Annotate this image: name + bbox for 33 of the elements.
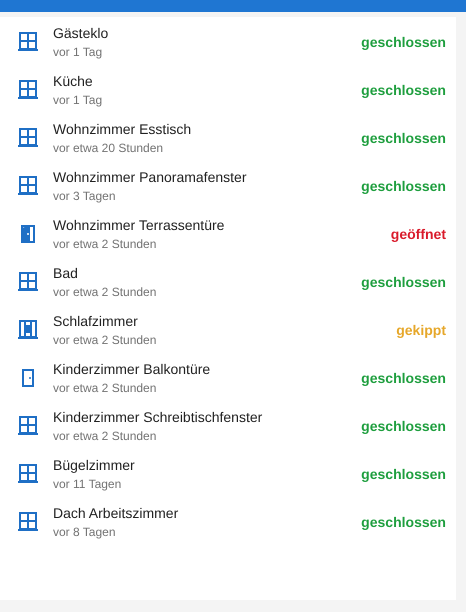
status-text: geschlossen [361,416,446,436]
sensor-name: Dach Arbeitszimmer [53,504,180,522]
sensor-name: Schlafzimmer [53,312,139,330]
last-changed: vor 8 Tagen [53,524,116,540]
sensor-name: Bad [53,264,79,282]
status-text: gekippt [396,320,446,340]
last-changed: vor 11 Tagen [53,476,122,492]
status-text: geschlossen [361,512,446,532]
sensor-name: Wohnzimmer Esstisch [53,120,192,138]
last-changed: vor etwa 2 Stunden [53,332,158,348]
last-changed: vor etwa 20 Stunden [53,140,164,156]
last-changed: vor etwa 2 Stunden [53,380,158,396]
status-text: geschlossen [361,80,446,100]
status-text: geschlossen [361,176,446,196]
sensor-name: Kinderzimmer Schreibtischfenster [53,408,264,426]
sensor-name: Wohnzimmer Panoramafenster [53,168,248,186]
status-text: geschlossen [361,272,446,292]
last-changed: vor etwa 2 Stunden [53,428,158,444]
sensor-name: Gästeklo [53,24,110,42]
status-text: geschlossen [361,128,446,148]
last-changed: vor 3 Tagen [53,188,116,204]
sensor-name: Bügelzimmer [53,456,136,474]
last-changed: vor etwa 2 Stunden [53,284,158,300]
status-text: geschlossen [361,32,446,52]
last-changed: vor etwa 2 Stunden [53,236,158,252]
status-text: geöffnet [390,224,446,244]
last-changed: vor 1 Tag [53,44,104,60]
status-text: geschlossen [361,464,446,484]
status-text: geschlossen [361,368,446,388]
sensor-name: Kinderzimmer Balkontüre [53,360,212,378]
sensor-name: Küche [53,72,94,90]
last-changed: vor 1 Tag [53,92,104,108]
sensor-name: Wohnzimmer Terrassentüre [53,216,226,234]
